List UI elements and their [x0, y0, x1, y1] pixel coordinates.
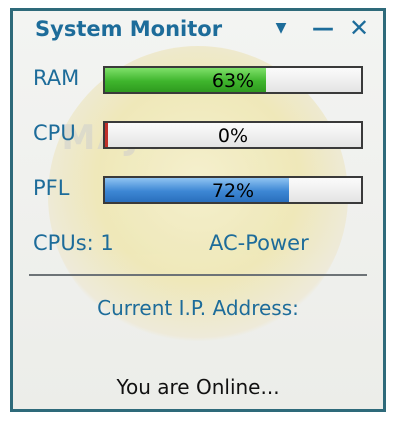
cpu-value: 0%	[217, 125, 249, 147]
cpu-count: CPUs: 1	[33, 231, 114, 255]
window-title: System Monitor	[35, 17, 223, 41]
ram-progress-bar: 63%	[103, 66, 363, 94]
pfl-value: 72%	[211, 180, 255, 202]
ram-meter-row: RAM 63%	[33, 66, 367, 96]
pfl-progress-bar: 72%	[103, 176, 363, 204]
ram-value: 63%	[211, 70, 255, 92]
cpu-label: CPU	[33, 121, 76, 145]
ip-address-label: Current I.P. Address:	[97, 296, 299, 320]
close-icon[interactable]: ✕	[347, 14, 371, 42]
minimize-icon[interactable]: —	[311, 15, 335, 41]
ram-label: RAM	[33, 66, 80, 90]
online-status: You are Online...	[116, 375, 280, 399]
cpu-progress-bar: 0%	[103, 121, 363, 149]
pfl-label: PFL	[33, 176, 70, 200]
power-status: AC-Power	[209, 231, 309, 255]
dropdown-triangle-icon[interactable]: ▼	[269, 15, 293, 41]
system-monitor-widget: MAJORGEEKS System Monitor ▼ — ✕ RAM 63% …	[10, 8, 386, 412]
divider	[29, 274, 367, 276]
pfl-meter-row: PFL 72%	[33, 176, 367, 206]
cpu-meter-row: CPU 0%	[33, 121, 367, 151]
title-bar[interactable]: System Monitor ▼ — ✕	[13, 11, 383, 47]
